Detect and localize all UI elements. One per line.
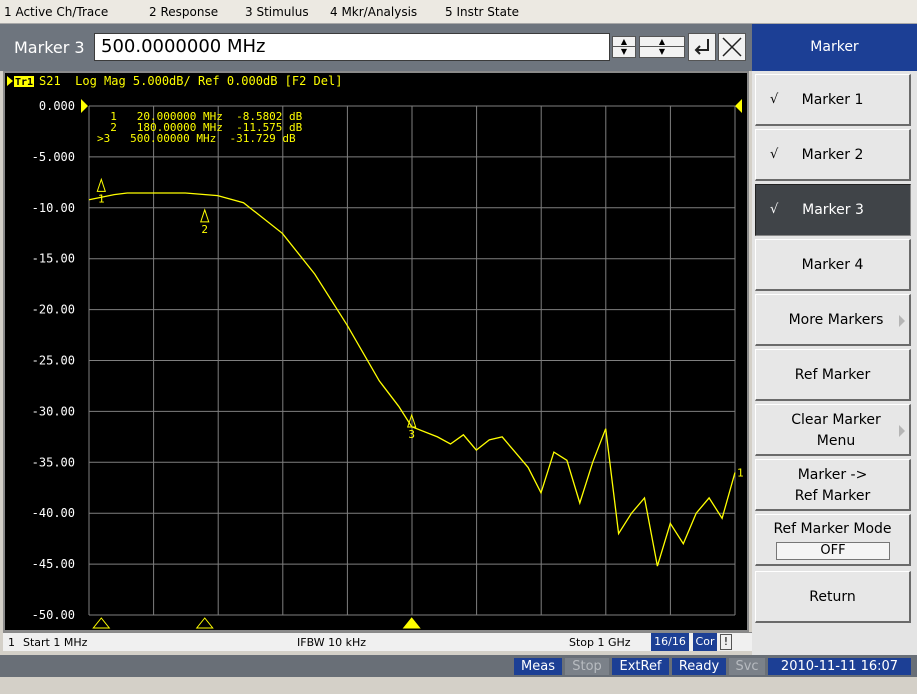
ref-marker-button[interactable]: Ref Marker <box>755 349 911 401</box>
marker-1-button[interactable]: √ Marker 1 <box>755 74 911 126</box>
ref-marker-mode-label: Ref Marker Mode <box>773 521 892 537</box>
marker-2-label: 2 <box>201 223 208 236</box>
return-label: Return <box>809 589 856 605</box>
marker-1-triangle-icon <box>96 177 106 192</box>
close-glyph <box>722 37 742 57</box>
y-tick-label: -25.00 <box>32 354 75 368</box>
marker-3-label: 3 <box>408 428 415 441</box>
y-tick-label: 0.000 <box>39 99 75 113</box>
start-frequency[interactable]: Start 1 MHz <box>23 636 87 649</box>
channel-number: 1 <box>8 636 15 649</box>
trace-id-label: Tr1 <box>15 77 33 88</box>
return-button[interactable]: Return <box>755 571 911 623</box>
trace-header-label: S21 Log Mag 5.000dB/ Ref 0.000dB [F2 Del… <box>39 74 342 88</box>
marker-2-triangle-icon <box>200 208 210 223</box>
warning-icon: ! <box>720 634 732 650</box>
coarse-step-control[interactable]: ▲ ▼ <box>639 36 685 58</box>
stop-indicator: Stop <box>565 658 609 675</box>
trace-display[interactable]: 0.000 -5.000 -10.00 -15.00 -20.00 -25.00 -30.0… <box>3 71 749 632</box>
marker-1-label: Marker 1 <box>801 92 864 108</box>
enter-icon[interactable] <box>688 33 716 61</box>
menu-mkr-analysis[interactable]: 4 Mkr/Analysis <box>330 5 417 19</box>
y-tick-label: -30.00 <box>32 404 75 418</box>
y-tick-label: -40.00 <box>32 506 75 520</box>
marker-3-stimulus-icon <box>402 617 421 629</box>
y-tick-label: -20.00 <box>32 303 75 317</box>
points-indicator: 16/16 <box>651 633 689 651</box>
enter-glyph <box>694 39 709 55</box>
clear-marker-menu-label-line2: Menu <box>816 433 856 449</box>
ref-marker-mode-value: OFF <box>776 542 890 560</box>
trace-plot: 0.000 -5.000 -10.00 -15.00 -20.00 -25.00 -30.0… <box>7 74 744 629</box>
marker-to-ref-marker-button[interactable]: Marker -> Ref Marker <box>755 459 911 511</box>
y-tick-label: -50.00 <box>32 608 75 622</box>
softkey-panel: Marker √ Marker 1 √ Marker 2 √ Marker 3 … <box>752 24 917 655</box>
ref-level-right-arrow-icon <box>735 99 742 113</box>
marker-4-button[interactable]: Marker 4 <box>755 239 911 291</box>
more-markers-label: More Markers <box>788 312 884 328</box>
marker-4-label: Marker 4 <box>801 257 864 273</box>
channel-status-line: 1 Start 1 MHz IFBW 10 kHz Stop 1 GHz 16/… <box>3 632 752 651</box>
ref-level-left-arrow-icon <box>81 99 88 113</box>
correction-indicator: Cor <box>693 633 717 651</box>
datetime: 2010-11-11 16:07 <box>768 658 911 675</box>
softkey-menu-title: Marker <box>752 24 917 71</box>
ready-indicator: Ready <box>672 658 726 675</box>
meas-indicator: Meas <box>514 658 562 675</box>
marker-to-ref-label-line2: Ref Marker <box>794 488 871 504</box>
submenu-arrow-icon <box>899 425 905 437</box>
clear-marker-menu-label-line1: Clear Marker <box>791 412 881 428</box>
y-tick-label: -15.00 <box>32 252 75 266</box>
submenu-arrow-icon <box>899 315 905 327</box>
menu-active-ch-trace[interactable]: 1 Active Ch/Trace <box>4 5 108 19</box>
menu-instr-state[interactable]: 5 Instr State <box>445 5 519 19</box>
marker-1-stimulus-icon <box>92 617 111 629</box>
step-up-icon[interactable]: ▲ <box>613 37 635 47</box>
y-tick-label: -45.00 <box>32 557 75 571</box>
y-tick-label: -10.00 <box>32 201 75 215</box>
fine-step-control[interactable]: ▲ ▼ <box>612 36 636 58</box>
menu-response[interactable]: 2 Response <box>149 5 218 19</box>
ref-marker-label: Ref Marker <box>794 367 871 383</box>
step-down-icon[interactable]: ▼ <box>613 47 635 57</box>
marker-1-label: 1 <box>98 192 105 205</box>
marker-2-button[interactable]: √ Marker 2 <box>755 129 911 181</box>
y-tick-label: -35.00 <box>32 455 75 469</box>
more-markers-button[interactable]: More Markers <box>755 294 911 346</box>
svc-indicator: Svc <box>729 658 765 675</box>
if-bandwidth[interactable]: IFBW 10 kHz <box>297 636 366 649</box>
marker-frequency-input[interactable]: 500.0000000 MHz <box>94 33 610 61</box>
marker-2-label: Marker 2 <box>801 147 864 163</box>
entry-bar: Marker 3 500.0000000 MHz ▲ ▼ ▲ ▼ <box>0 24 752 71</box>
coarse-down-icon[interactable]: ▼ <box>640 47 684 57</box>
marker-3-label: Marker 3 <box>802 202 864 218</box>
marker-3-button[interactable]: √ Marker 3 <box>755 184 911 236</box>
y-tick-label: -5.000 <box>32 150 75 164</box>
coarse-up-icon[interactable]: ▲ <box>640 37 684 47</box>
marker-to-ref-label-line1: Marker -> <box>797 467 868 483</box>
clear-marker-menu-button[interactable]: Clear Marker Menu <box>755 404 911 456</box>
trace-end-marker-label: 1 <box>737 466 744 479</box>
menu-stimulus[interactable]: 3 Stimulus <box>245 5 309 19</box>
ref-marker-mode-button[interactable]: Ref Marker Mode OFF <box>755 514 911 566</box>
instrument-status-bar: Meas Stop ExtRef Ready Svc 2010-11-11 16… <box>0 655 917 677</box>
menu-bar: 1 Active Ch/Trace 2 Response 3 Stimulus … <box>0 0 917 24</box>
extref-indicator: ExtRef <box>612 658 669 675</box>
active-trace-arrow-icon <box>7 76 13 86</box>
marker-2-stimulus-icon <box>195 617 214 629</box>
entry-label: Marker 3 <box>14 38 85 57</box>
stop-frequency[interactable]: Stop 1 GHz <box>569 636 631 649</box>
close-icon[interactable] <box>718 33 746 61</box>
marker-readout-row: >3 500.00000 MHz -31.729 dB <box>97 132 296 145</box>
